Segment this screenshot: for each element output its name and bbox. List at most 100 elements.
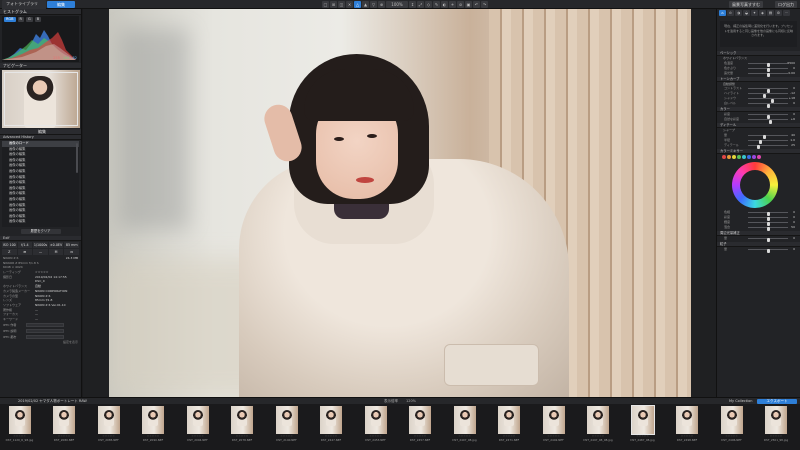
color-swatch[interactable]: [722, 154, 726, 159]
filmstrip-thumbnail[interactable]: ☆☆☆☆☆ DST_2453.NEF: [356, 406, 395, 446]
histogram-tab-rgb[interactable]: RGB: [4, 17, 16, 22]
thumbnail-image[interactable]: [630, 405, 655, 435]
iptc-input[interactable]: [26, 334, 65, 339]
filmstrip-thumbnail[interactable]: ☆☆☆☆☆ DST_2497_98_98.jpg: [579, 406, 618, 446]
toolbar-tool-button[interactable]: ⊘: [457, 1, 464, 8]
toolbar-tool-button[interactable]: ⊕: [378, 1, 385, 8]
adjustment-icon[interactable]: ◑: [735, 10, 742, 16]
adjustment-slider[interactable]: 白レベル 0: [720, 101, 797, 108]
thumbnail-image[interactable]: [275, 406, 298, 434]
slider-track[interactable]: [748, 119, 788, 124]
show-settings-link[interactable]: 設定を表示: [63, 340, 78, 345]
toolbar-tool-button[interactable]: ▣: [465, 1, 472, 8]
adjustment-slider[interactable]: 量0: [720, 247, 797, 253]
undo-button[interactable]: ↶: [473, 1, 480, 8]
slider-track[interactable]: [748, 67, 788, 72]
filmstrip-thumbnail[interactable]: ☆☆☆☆☆ DST_2497_98.jpg: [445, 406, 484, 446]
export-log-button[interactable]: ログ出力: [775, 1, 797, 8]
filmstrip-thumbnail[interactable]: ☆☆☆☆☆ DST_2471.NEF: [490, 406, 529, 446]
color-swatch[interactable]: [732, 154, 736, 159]
filmstrip-thumbnail[interactable]: ☆☆☆☆☆ DST_2492.NEF: [534, 406, 573, 446]
toolbar-tool-button[interactable]: ⚭: [449, 1, 456, 8]
histogram-tab-g[interactable]: G: [25, 17, 33, 22]
slider-track[interactable]: [748, 139, 788, 144]
color-swatch[interactable]: [752, 154, 756, 159]
thumbnail-image[interactable]: [97, 406, 120, 434]
slider-track[interactable]: [748, 98, 788, 103]
thumbnail-image[interactable]: [142, 406, 164, 434]
toolbar-tool-button[interactable]: ◫: [338, 1, 345, 8]
thumbnail-image[interactable]: [720, 406, 743, 434]
color-swatch[interactable]: [737, 154, 741, 159]
color-wheel[interactable]: [732, 161, 778, 208]
toolbar-tool-button[interactable]: ◇: [425, 1, 432, 8]
iptc-input[interactable]: [26, 328, 65, 333]
clear-history-button[interactable]: 履歴をクリア: [20, 229, 61, 234]
toolbar-tool-button[interactable]: ✕: [346, 1, 353, 8]
thumbnail-image[interactable]: [8, 406, 31, 434]
slider-knob[interactable]: [768, 119, 772, 124]
toolbar-tool-button[interactable]: ◐: [441, 1, 448, 8]
color-swatch[interactable]: [757, 154, 761, 159]
slider-track[interactable]: [748, 62, 788, 67]
thumbnail-image[interactable]: [231, 406, 253, 434]
color-swatch[interactable]: [747, 154, 751, 159]
adjustment-slider[interactable]: 露光量 0.00: [720, 71, 797, 77]
slider-track[interactable]: [748, 144, 788, 149]
slider-track[interactable]: [748, 221, 788, 226]
filmstrip-thumbnail[interactable]: ☆☆☆☆☆ DST_2457.NEF: [401, 406, 440, 446]
history-item[interactable]: 画像の編集: [2, 219, 79, 225]
exif-header[interactable]: Exif: [0, 236, 81, 241]
slider-track[interactable]: [748, 114, 788, 119]
adjustment-icon[interactable]: ⌂: [719, 10, 726, 16]
histogram-tab-b[interactable]: B: [34, 17, 42, 22]
slider-track[interactable]: [748, 103, 788, 108]
adjustment-slider[interactable]: 自然な彩度 +6: [720, 117, 797, 124]
adjustment-icon[interactable]: ✦: [751, 10, 758, 16]
slider-track[interactable]: [748, 211, 788, 216]
thumbnail-image[interactable]: [676, 406, 698, 434]
slider-knob[interactable]: [766, 103, 770, 108]
navigator-preview[interactable]: [2, 70, 80, 128]
adjustment-icon[interactable]: ▤: [767, 10, 774, 16]
filmstrip-thumbnail[interactable]: ☆☆☆☆☆ DST_2487_98.jpg: [623, 405, 662, 446]
filmstrip-thumbnail[interactable]: ☆☆☆☆☆ DST_2447.NEF: [312, 406, 351, 446]
slider-track[interactable]: [748, 237, 788, 242]
history-scrollbar[interactable]: [76, 143, 78, 173]
toolbar-tool-button[interactable]: ↕: [409, 1, 416, 8]
toolbar-tool-button[interactable]: △: [354, 1, 361, 8]
adjustment-icon[interactable]: ⚙: [775, 10, 782, 16]
thumbnail-image[interactable]: [587, 406, 609, 434]
toolbar-tool-button[interactable]: ▽: [370, 1, 377, 8]
thumbnail-image[interactable]: [542, 406, 565, 434]
slider-track[interactable]: [748, 88, 788, 93]
slider-knob[interactable]: [756, 145, 760, 149]
filmstrip-thumbnail[interactable]: ☆☆☆☆☆ DST_2496.NEF: [712, 406, 751, 446]
history-header[interactable]: Advanced History: [0, 135, 81, 140]
toolbar-tool-button[interactable]: ⊞: [330, 1, 337, 8]
thumbnail-image[interactable]: [765, 406, 787, 434]
slider-track[interactable]: [748, 226, 788, 231]
slider-track[interactable]: [748, 248, 788, 253]
histogram-header[interactable]: ヒストグラム: [0, 9, 81, 15]
zoom-dropdown[interactable]: 100%: [386, 1, 408, 8]
thumbnail-image[interactable]: [320, 406, 342, 434]
main-photo[interactable]: [109, 9, 691, 397]
filmstrip-thumbnail[interactable]: ☆☆☆☆☆ DST_2140.NEF: [267, 406, 306, 446]
slider-knob[interactable]: [766, 238, 770, 242]
color-swatch[interactable]: [727, 154, 731, 159]
slider-knob[interactable]: [766, 249, 770, 253]
thumbnail-image[interactable]: [498, 406, 520, 434]
filmstrip-thumbnail[interactable]: ☆☆☆☆☆ DST_2080.NEF: [45, 406, 84, 446]
thumbnail-image[interactable]: [409, 406, 431, 434]
adjustment-icon[interactable]: ⊙: [727, 10, 734, 16]
filmstrip-thumbnail[interactable]: ☆☆☆☆☆ DST_2498.NEF: [668, 406, 707, 446]
slider-track[interactable]: [748, 216, 788, 221]
thumbnail-image[interactable]: [364, 406, 387, 434]
color-swatch[interactable]: [742, 154, 746, 159]
toolbar-tool-button[interactable]: ⤢: [417, 1, 424, 8]
redo-button[interactable]: ↷: [481, 1, 488, 8]
filmstrip-thumbnail[interactable]: ☆☆☆☆☆ DST_1120_R_98.jpg: [0, 406, 39, 446]
adjustment-slider[interactable]: 混合 50: [720, 225, 797, 231]
slider-track[interactable]: [748, 72, 788, 77]
